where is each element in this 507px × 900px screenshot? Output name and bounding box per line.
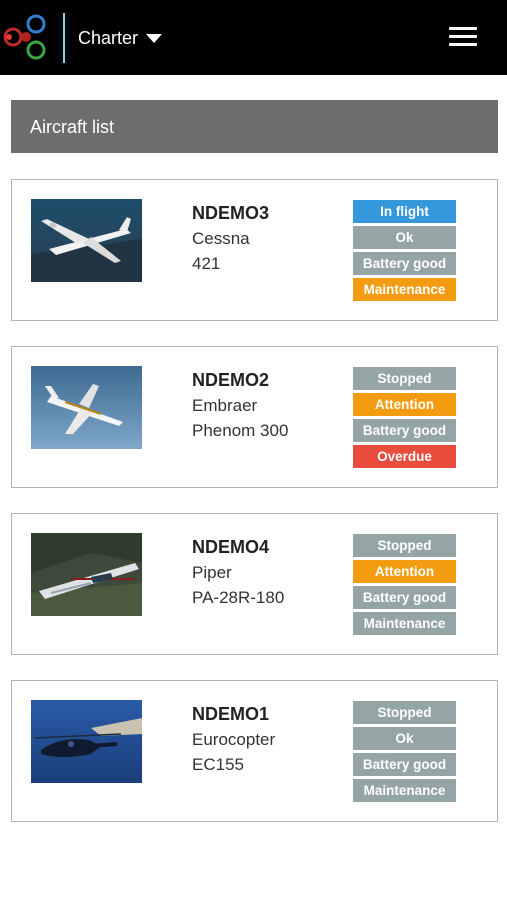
status-badge: Overdue	[353, 445, 456, 468]
status-badge: In flight	[353, 200, 456, 223]
status-badge: Ok	[353, 226, 456, 249]
aircraft-model: 421	[192, 254, 221, 273]
aircraft-photo	[31, 199, 142, 282]
account-label: Charter	[78, 28, 139, 48]
aircraft-make: Eurocopter	[192, 730, 276, 749]
hamburger-icon	[449, 27, 477, 30]
header-divider	[63, 13, 65, 63]
hamburger-icon-bar	[449, 43, 477, 46]
aircraft-card[interactable]: NDEMO3 Cessna 421 In flight Ok Battery g…	[11, 179, 498, 321]
status-badge: Stopped	[353, 701, 456, 724]
aircraft-make: Cessna	[192, 229, 250, 248]
aircraft-model: EC155	[192, 755, 244, 774]
status-badge: Maintenance	[353, 612, 456, 635]
aircraft-registration: NDEMO4	[192, 537, 270, 557]
aircraft-make: Embraer	[192, 396, 258, 415]
list-header: Aircraft list	[11, 100, 498, 153]
hamburger-menu-button[interactable]	[449, 25, 477, 47]
aircraft-photo	[31, 533, 142, 616]
tri-circle-logo[interactable]	[0, 12, 50, 62]
top-bar: Charter	[0, 0, 507, 75]
aircraft-card[interactable]: NDEMO2 Embraer Phenom 300 Stopped Attent…	[11, 346, 498, 488]
aircraft-registration: NDEMO1	[192, 704, 270, 724]
status-badge: Stopped	[353, 367, 456, 390]
status-badge: Battery good	[353, 252, 456, 275]
aircraft-card[interactable]: NDEMO1 Eurocopter EC155 Stopped Ok Batte…	[11, 680, 498, 822]
aircraft-card[interactable]: NDEMO4 Piper PA-28R-180 Stopped Attentio…	[11, 513, 498, 655]
status-badge: Maintenance	[353, 278, 456, 301]
caret-down-icon	[146, 33, 163, 43]
account-dropdown[interactable]: Charter	[78, 27, 163, 49]
aircraft-registration: NDEMO3	[192, 203, 270, 223]
status-badge: Battery good	[353, 419, 456, 442]
status-badge: Stopped	[353, 534, 456, 557]
aircraft-make: Piper	[192, 563, 232, 582]
status-badge: Maintenance	[353, 779, 456, 802]
aircraft-model: Phenom 300	[192, 421, 289, 440]
status-badge: Battery good	[353, 753, 456, 776]
hamburger-icon-bar	[449, 35, 477, 38]
status-badge: Attention	[353, 393, 456, 416]
aircraft-photo	[31, 700, 142, 783]
status-badge: Ok	[353, 727, 456, 750]
aircraft-registration: NDEMO2	[192, 370, 270, 390]
page-title: Aircraft list	[30, 117, 115, 137]
status-badge: Attention	[353, 560, 456, 583]
status-badge: Battery good	[353, 586, 456, 609]
aircraft-model: PA-28R-180	[192, 588, 285, 607]
aircraft-photo	[31, 366, 142, 449]
